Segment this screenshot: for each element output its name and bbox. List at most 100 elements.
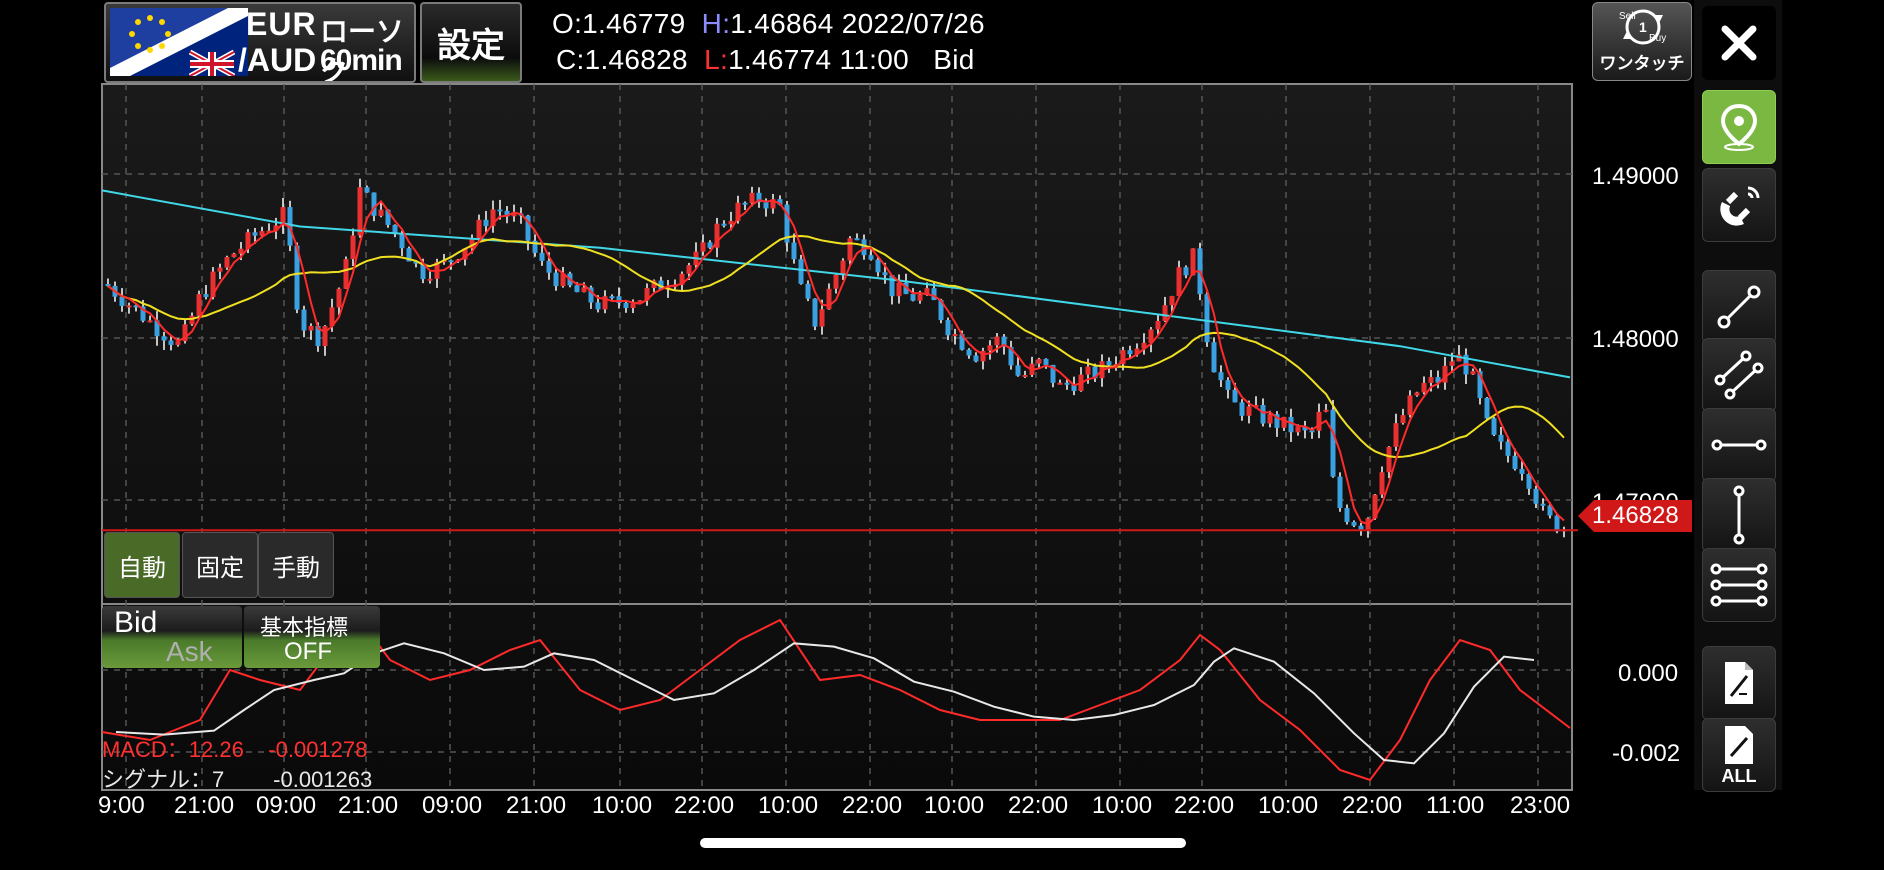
candle-body [896,282,902,297]
candle-body [707,242,713,248]
candle-body [819,309,825,327]
candle-body [1491,418,1497,435]
candle-body [686,265,692,274]
candle-body [917,294,923,301]
candle-body [476,219,482,239]
candle-body [1183,267,1189,276]
candle-body [1043,358,1049,365]
candle-body [1246,406,1252,416]
candle-body [1533,488,1539,504]
candle-body [539,252,545,261]
candle-body [700,242,706,252]
candle-body [196,294,202,316]
candle-body [1057,382,1063,385]
candle-body [994,336,1000,346]
candle-body [105,284,111,287]
candle-body [1470,371,1476,375]
candle-body [1386,446,1392,473]
candle-body [1281,416,1287,428]
candle-body [1225,380,1231,390]
candle-body [1393,423,1399,447]
candle-body [581,287,587,293]
macd-legend: MACD：12.26 -0.001278 [102,737,368,762]
candle-body [1442,365,1448,383]
candle-body [973,355,979,362]
bid-ask-toggle[interactable]: Bid Ask [102,606,242,668]
candle-body [1323,409,1329,412]
candle-body [448,260,454,263]
candle-body [553,272,559,287]
candle-body [483,219,489,227]
signal-value: -0.001263 [273,767,373,792]
candle-body [805,283,811,299]
candle-body [1512,455,1518,469]
candle-body [623,302,629,309]
candle-body [1176,267,1182,297]
candle-body [1540,503,1546,506]
candle-body [1505,441,1511,456]
candle-body [749,192,755,204]
scale-mode-auto[interactable]: 自動 [104,532,180,598]
candle-body [224,257,230,268]
candle-body [1106,361,1112,366]
candle-body [343,259,349,289]
indicator-state: OFF [284,638,332,665]
time-axis-label: 10:00 [758,792,819,819]
candle-body [791,242,797,260]
candle-body [1022,374,1028,377]
candle-body [1351,522,1357,526]
bid-option: Bid [114,606,158,639]
time-axis-label: 10:00 [1258,792,1319,819]
candle-body [1554,515,1560,532]
time-axis-label: 11:00 [1426,792,1485,819]
candle-body [301,309,307,331]
candle-body [238,248,244,254]
candle-body [1169,296,1175,306]
scale-mode-manual[interactable]: 手動 [258,532,334,598]
price-axis-label: 1.49000 [1592,163,1679,190]
candle-body [1400,415,1406,424]
candle-body [364,187,370,193]
candle-body [168,340,174,345]
candle-body [231,253,237,258]
candle-body [189,315,195,325]
candle-body [399,233,405,249]
candle-body [987,345,993,351]
home-indicator [700,838,1186,848]
candle-body [1162,305,1168,321]
candle-body [1232,389,1238,403]
candle-body [1428,377,1434,383]
candle-body [1337,476,1343,509]
time-axis-label: 09:00 [256,792,317,819]
candle-body [952,334,958,337]
candle-body [1295,426,1301,433]
candle-body [1498,434,1504,442]
candle-body [350,235,356,260]
candle-body [945,320,951,336]
candle-body [798,259,804,284]
macd-axis-label: 0.000 [1618,660,1679,687]
candle-body [966,349,972,356]
candle-body [1519,468,1525,474]
candle-body [1260,405,1266,424]
candle-body [1155,320,1161,330]
time-axis-label: 21:00 [174,792,235,819]
candle-body [1239,402,1245,416]
candle-body [910,293,916,301]
price-axis-label: 1.48000 [1592,326,1679,353]
candle-body [1036,358,1042,364]
candle-body [574,285,580,293]
indicator-toggle[interactable]: 基本指標 OFF [244,606,380,668]
candle-body [378,209,384,216]
time-axis-label: 9:00 [98,792,145,819]
current-price-tag: 1.46828 [1578,500,1692,532]
candle-body [840,260,846,275]
candle-body [847,238,853,261]
candle-body [812,298,818,327]
time-axis-label: 21:00 [338,792,399,819]
candle-body [1414,392,1420,396]
scale-mode-fixed[interactable]: 固定 [182,532,258,598]
candle-body [546,260,552,273]
macd-value: -0.001278 [268,737,368,762]
candle-body [1379,472,1385,495]
